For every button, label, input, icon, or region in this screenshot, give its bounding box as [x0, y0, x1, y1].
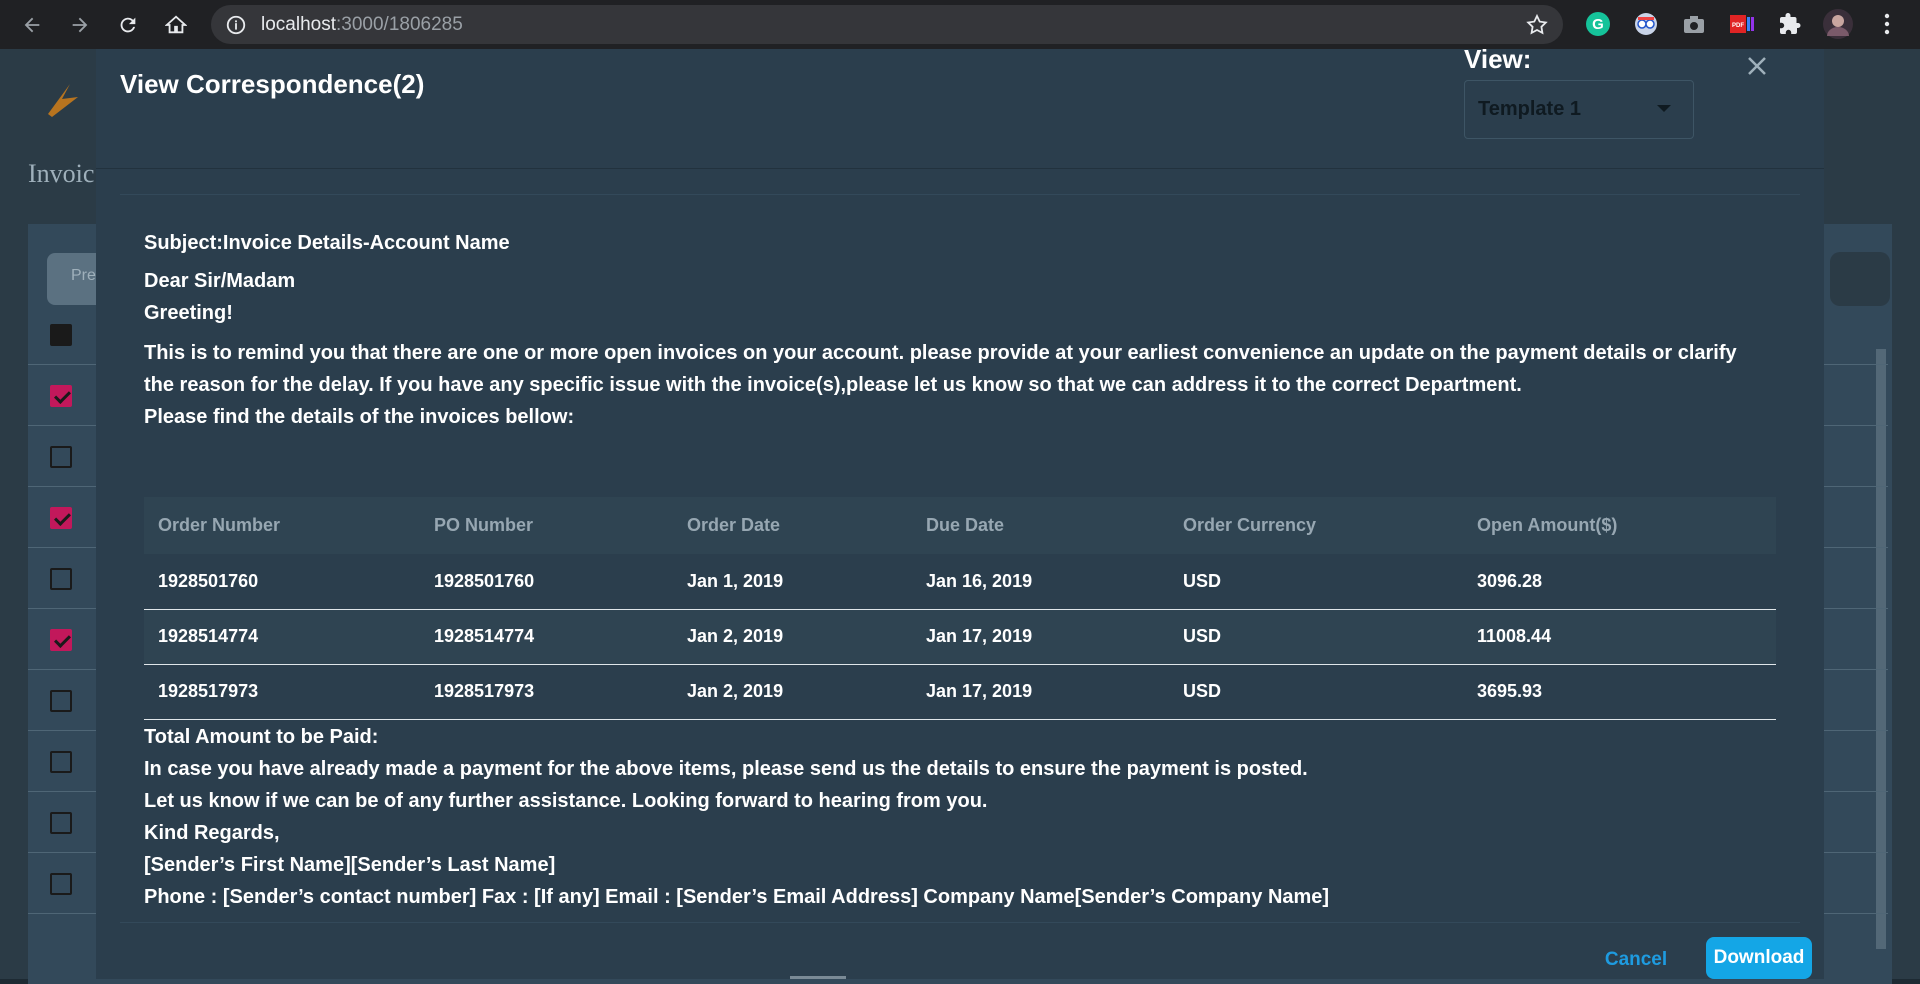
background-search-button[interactable]	[1830, 252, 1890, 306]
table-cell: 3096.28	[1463, 554, 1776, 610]
url-text: localhost:3000/1806285	[261, 14, 463, 36]
row-checkbox[interactable]	[50, 446, 72, 468]
svg-text:PDF: PDF	[1732, 23, 1744, 29]
table-cell: USD	[1169, 609, 1463, 665]
table-header-row: Order Number PO Number Order Date Due Da…	[144, 497, 1776, 554]
total-amount-line: Total Amount to be Paid:	[144, 726, 379, 748]
cancel-button[interactable]: Cancel	[1596, 941, 1676, 979]
extensions-puzzle-icon[interactable]	[1776, 10, 1804, 38]
url-host: localhost	[261, 13, 336, 35]
row-checkbox[interactable]	[50, 690, 72, 712]
table-cell: USD	[1169, 554, 1463, 610]
table-cell: Jan 17, 2019	[912, 609, 1169, 665]
row-checkbox[interactable]	[50, 812, 72, 834]
assistance-line: Let us know if we can be of any further …	[144, 790, 988, 812]
app-logo-icon	[48, 84, 78, 117]
row-checkbox[interactable]	[50, 629, 72, 651]
forward-button[interactable]	[56, 0, 104, 49]
background-page-title: Invoic	[28, 159, 95, 188]
table-cell: 11008.44	[1463, 609, 1776, 665]
row-checkbox[interactable]	[50, 385, 72, 407]
sender-name-line: [Sender’s First Name][Sender’s Last Name…	[144, 854, 556, 876]
template-select-value: Template 1	[1478, 98, 1581, 120]
pdf-extension-icon[interactable]: PDF	[1728, 10, 1756, 38]
svg-text:G: G	[1592, 16, 1604, 33]
letter-paragraph: This is to remind you that there are one…	[144, 342, 1737, 396]
table-cell: 1928501760	[420, 554, 673, 610]
body-divider	[120, 194, 1800, 195]
table-cell: 3695.93	[1463, 664, 1776, 720]
table-cell: USD	[1169, 664, 1463, 720]
row-checkbox[interactable]	[50, 507, 72, 529]
table-cell: Jan 2, 2019	[673, 609, 912, 665]
column-header: Order Number	[144, 497, 420, 554]
profile-avatar[interactable]	[1822, 8, 1854, 40]
modal-title: View Correspondence(2)	[120, 69, 425, 99]
grammarly-extension-icon[interactable]: G	[1584, 10, 1612, 38]
column-header: Order Date	[673, 497, 912, 554]
row-checkbox[interactable]	[50, 751, 72, 773]
browser-toolbar: localhost:3000/1806285 G PDF	[0, 0, 1920, 49]
browser-menu-icon[interactable]	[1873, 10, 1901, 38]
table-row: 1928501760 1928501760 Jan 1, 2019 Jan 16…	[144, 554, 1776, 610]
template-select[interactable]: Template 1	[1464, 80, 1694, 139]
column-header: Open Amount($)	[1463, 497, 1776, 554]
table-cell: Jan 16, 2019	[912, 554, 1169, 610]
letter-find-details: Please find the details of the invoices …	[144, 406, 575, 428]
camera-extension-icon[interactable]	[1680, 10, 1708, 38]
footer-divider	[120, 922, 1800, 923]
eyes-extension-icon[interactable]	[1632, 10, 1660, 38]
table-cell: 1928514774	[420, 609, 673, 665]
regards-line: Kind Regards,	[144, 822, 280, 844]
forward-arrow-icon	[72, 17, 88, 32]
home-icon	[165, 15, 187, 33]
table-cell: 1928514774	[144, 609, 420, 665]
row-checkbox[interactable]	[50, 324, 72, 346]
table-row: 1928514774 1928514774 Jan 2, 2019 Jan 17…	[144, 609, 1776, 665]
download-button[interactable]: Download	[1706, 937, 1812, 979]
table-cell: Jan 17, 2019	[912, 664, 1169, 720]
sender-contact-line: Phone : [Sender’s contact number] Fax : …	[144, 886, 1330, 908]
row-checkbox[interactable]	[50, 873, 72, 895]
address-bar[interactable]: localhost:3000/1806285	[211, 5, 1563, 44]
header-divider	[96, 168, 1824, 169]
table-cell: Jan 2, 2019	[673, 664, 912, 720]
home-button[interactable]	[152, 0, 200, 49]
close-icon[interactable]	[1742, 51, 1772, 81]
column-header: PO Number	[420, 497, 673, 554]
table-cell: 1928501760	[144, 554, 420, 610]
table-row: 1928517973 1928517973 Jan 2, 2019 Jan 17…	[144, 664, 1776, 720]
reload-button[interactable]	[104, 0, 152, 49]
info-icon	[226, 15, 246, 34]
invoice-table: Order Number PO Number Order Date Due Da…	[144, 497, 1776, 720]
column-header: Order Currency	[1169, 497, 1463, 554]
letter-salutation: Dear Sir/Madam	[144, 270, 296, 292]
letter-closing: Total Amount to be Paid: In case you hav…	[144, 721, 1329, 913]
letter-subject: Subject:Invoice Details-Account Name	[144, 232, 510, 254]
table-cell: Jan 1, 2019	[673, 554, 912, 610]
column-header: Due Date	[912, 497, 1169, 554]
back-button[interactable]	[8, 0, 56, 49]
letter-greeting: Greeting!	[144, 302, 233, 324]
back-arrow-icon	[24, 17, 40, 32]
payment-note-line: In case you have already made a payment …	[144, 758, 1308, 780]
url-path: :3000/1806285	[336, 13, 463, 35]
chevron-down-icon	[1657, 105, 1671, 112]
reload-icon	[120, 17, 136, 32]
view-label: View:	[1464, 44, 1532, 74]
correspondence-modal: View Correspondence(2) View: Template 1 …	[96, 44, 1824, 979]
table-cell: 1928517973	[144, 664, 420, 720]
row-checkbox[interactable]	[50, 568, 72, 590]
bookmark-star-icon[interactable]	[1525, 13, 1549, 37]
table-cell: 1928517973	[420, 664, 673, 720]
